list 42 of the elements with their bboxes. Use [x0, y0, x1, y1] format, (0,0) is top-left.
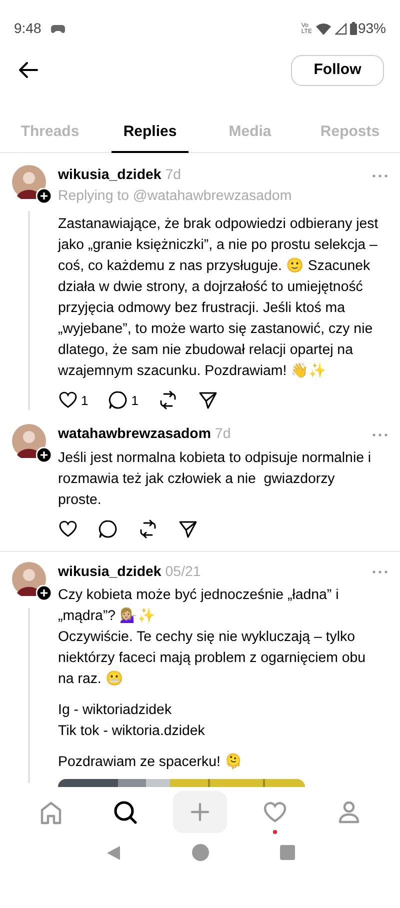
follow-plus-icon[interactable] — [36, 447, 52, 464]
post-time: 7d — [165, 166, 182, 185]
more-button[interactable] — [372, 174, 388, 178]
avatar[interactable] — [12, 165, 46, 199]
clock: 9:48 — [14, 19, 42, 38]
back-nav-icon[interactable] — [105, 844, 122, 860]
home-nav-icon[interactable] — [192, 844, 209, 861]
username[interactable]: watahawbrewzasadom — [58, 424, 211, 446]
tab[interactable]: Replies — [100, 95, 200, 152]
profile-icon — [336, 798, 362, 824]
like-button[interactable]: 1 — [58, 390, 88, 410]
username[interactable]: wikusia_dzidek — [58, 165, 162, 186]
post-text: Zastanawiające, że brak odpowiedzi odbierany jest jako „granie księżniczki”, a nie po prostu selekcja – coś, co każdemu z nas przysługuje. 🙂 Szacunek działa w dwie strony, a dojrzałość to umiejętność przyjęcia odmowy bez frustracji. Jeśli ktoś ma „wyjebane”, to może warto się zastanowić, czy nie dlatego, że sam nie zbudował relacji opartej na wzajemnym szacunku. Pozdrawiam! 👋✨ — [58, 215, 380, 382]
share-button[interactable] — [178, 518, 198, 539]
post-text: Pozdrawiam ze spacerku! 🫠 — [58, 752, 244, 772]
game-controller-icon — [51, 24, 66, 34]
username[interactable]: wikusia_dzidek — [58, 562, 162, 583]
repost-button[interactable] — [158, 390, 178, 410]
post-time: 7d — [214, 425, 231, 444]
like-button[interactable] — [58, 518, 78, 539]
search-icon — [112, 798, 138, 824]
post-text: Ig - wiktoriadzidek Tik tok - wiktoria.dzidek — [58, 700, 206, 741]
replying-to: Replying to @watahawbrewzasadom — [58, 187, 293, 206]
post-text: Jeśli jest normalna kobieta to odpisuje normalnie i rozmawia też jak człowiek a nie gwiazdorzy proste. — [58, 448, 372, 510]
repost-button[interactable] — [138, 518, 158, 539]
create-button[interactable] — [173, 790, 227, 832]
avatar[interactable] — [12, 562, 46, 596]
post-text: Czy kobieta może być jednocześnie „ładna” i „mądra”? 💁🏼‍♀✨ Oczywiście. Te cechy się nie wykluczają – tylko niektórzy faceci mają problem z ogarnięciem obu na raz. 😬 — [58, 586, 367, 689]
more-button[interactable] — [372, 432, 388, 437]
follow-plus-icon[interactable] — [36, 584, 52, 601]
battery-icon — [350, 22, 357, 35]
follow-plus-icon[interactable] — [36, 188, 52, 204]
signal-icon — [334, 22, 347, 34]
battery-percent: 93% — [358, 19, 386, 38]
avatar[interactable] — [12, 424, 46, 458]
share-button[interactable] — [198, 390, 218, 410]
post-time: 05/21 — [165, 562, 201, 582]
wifi-icon — [316, 22, 331, 34]
follow-button[interactable]: Follow — [291, 54, 384, 86]
more-button[interactable] — [372, 570, 388, 574]
recents-nav-icon[interactable] — [280, 845, 295, 860]
reply-button[interactable] — [98, 518, 118, 539]
